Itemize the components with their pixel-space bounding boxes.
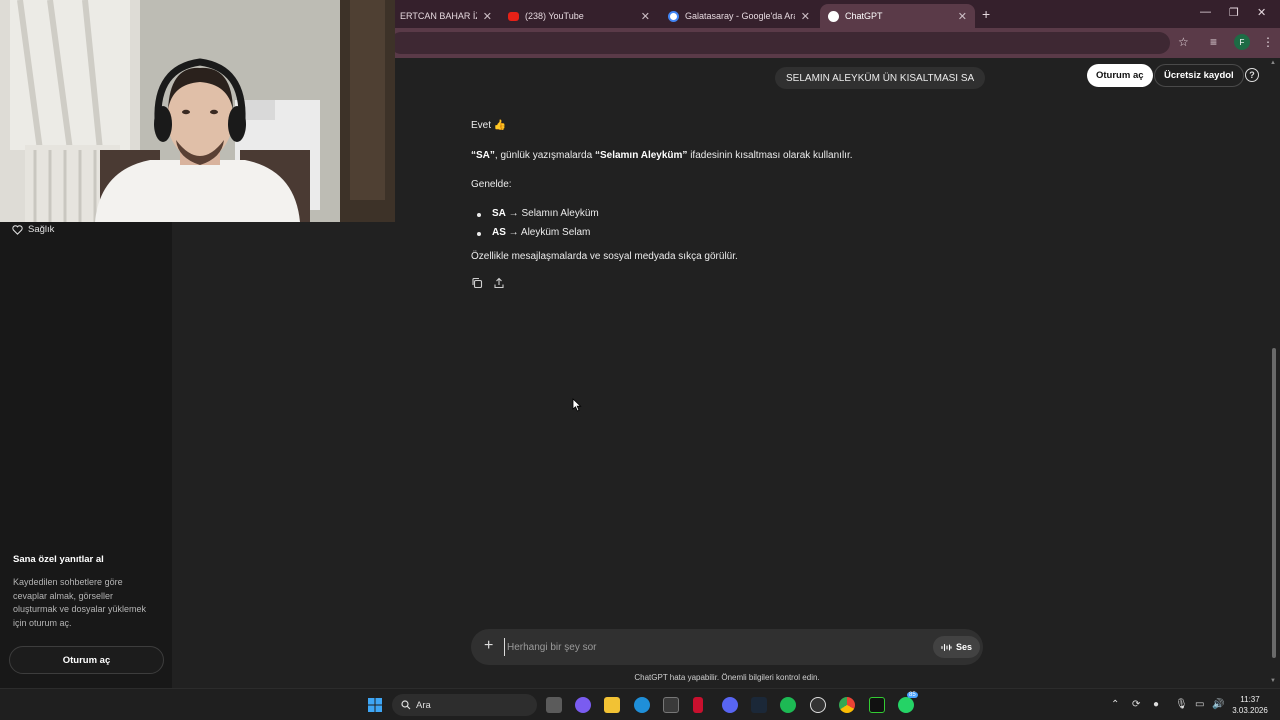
answer-intro: Evet 👍 bbox=[471, 120, 507, 131]
bullet-text: → Aleyküm Selam bbox=[505, 227, 591, 238]
address-bar[interactable] bbox=[390, 32, 1170, 54]
attach-plus-icon[interactable]: + bbox=[484, 637, 493, 655]
promo-title: Sana özel yanıtlar al bbox=[13, 554, 104, 565]
tab-close-icon[interactable]: ✕ bbox=[801, 10, 810, 23]
tab-ertcan[interactable]: ERTCAN BAHAR İZLİYOR ✕ bbox=[392, 4, 500, 28]
taskbar-clock[interactable]: 11:37 3.03.2026 bbox=[1228, 694, 1272, 716]
obs-icon[interactable] bbox=[810, 697, 826, 713]
clock-time: 11:37 bbox=[1240, 695, 1260, 704]
search-label: Ara bbox=[416, 699, 431, 711]
windows-start-icon[interactable] bbox=[367, 697, 383, 713]
tray-app-icon[interactable]: ● bbox=[1153, 699, 1159, 710]
answer-genelde: Genelde: bbox=[471, 179, 512, 190]
heart-icon bbox=[12, 224, 23, 235]
share-icon[interactable] bbox=[493, 277, 505, 289]
scroll-down-icon[interactable]: ▼ bbox=[1270, 678, 1276, 684]
edge-icon[interactable] bbox=[634, 697, 650, 713]
tray-chevron-up-icon[interactable]: ⌃ bbox=[1111, 699, 1119, 710]
mouse-cursor-icon bbox=[572, 398, 582, 412]
whatsapp-icon[interactable]: 85 bbox=[898, 692, 918, 713]
file-explorer-icon[interactable] bbox=[604, 697, 620, 713]
app-green-icon[interactable] bbox=[869, 697, 885, 713]
tab-google-search[interactable]: Galatasaray - Google'da Ara ✕ bbox=[660, 4, 818, 28]
prompt-input[interactable] bbox=[504, 638, 884, 656]
bullet-term: SA bbox=[492, 208, 506, 219]
taskbar-search[interactable]: Ara bbox=[392, 694, 537, 716]
message-actions bbox=[471, 277, 505, 289]
spotify-icon[interactable] bbox=[780, 697, 796, 713]
copilot-icon[interactable] bbox=[575, 697, 591, 713]
webcam-overlay bbox=[0, 0, 395, 222]
tab-chatgpt[interactable]: ChatGPT ✕ bbox=[820, 4, 975, 28]
close-window-icon[interactable]: ✕ bbox=[1257, 6, 1266, 19]
minimize-icon[interactable]: — bbox=[1200, 6, 1211, 18]
tab-title: ChatGPT bbox=[845, 11, 883, 21]
discord-icon[interactable] bbox=[722, 697, 738, 713]
tab-title: Galatasaray - Google'da Ara bbox=[685, 11, 795, 21]
list-item: AS → Aleyküm Selam bbox=[477, 227, 590, 238]
bullet-text: → Selamın Aleyküm bbox=[505, 208, 599, 219]
new-tab-button[interactable]: + bbox=[982, 6, 990, 22]
page-scrollbar[interactable]: ▲ ▼ bbox=[1270, 58, 1278, 688]
login-button[interactable]: Oturum aç bbox=[1087, 64, 1153, 87]
network-icon[interactable]: ▭ bbox=[1195, 699, 1204, 710]
google-icon bbox=[668, 10, 679, 22]
whatsapp-badge: 85 bbox=[907, 692, 918, 698]
waveform-icon bbox=[941, 643, 952, 651]
search-icon bbox=[401, 700, 411, 710]
volume-icon[interactable]: 🔊 bbox=[1212, 699, 1224, 710]
steam-icon[interactable] bbox=[751, 697, 767, 713]
prompt-composer: + Ses bbox=[471, 629, 983, 665]
copy-icon[interactable] bbox=[471, 277, 483, 289]
menu-kebab-icon[interactable]: ⋮ bbox=[1262, 35, 1274, 49]
tab-youtube[interactable]: (238) YouTube ✕ bbox=[500, 4, 658, 28]
sidebar-item-health[interactable]: Sağlık bbox=[12, 224, 54, 235]
answer-paragraph: “SA”, günlük yazışmalarda “Selamın Aleyk… bbox=[471, 150, 853, 161]
tab-title: (238) YouTube bbox=[525, 11, 584, 21]
answer-closing: Özellikle mesajlaşmalarda ve sosyal medy… bbox=[471, 251, 738, 262]
term-selamin-aleykum: “Selamın Aleyküm” bbox=[594, 150, 688, 161]
text: ifadesinin kısaltması olarak kullanılır. bbox=[687, 150, 853, 161]
scroll-up-icon[interactable]: ▲ bbox=[1270, 60, 1276, 66]
restore-icon[interactable]: ❐ bbox=[1229, 6, 1239, 19]
signup-button[interactable]: Ücretsiz kaydol bbox=[1154, 64, 1244, 87]
tab-close-icon[interactable]: ✕ bbox=[641, 10, 650, 23]
help-icon[interactable]: ? bbox=[1245, 68, 1259, 82]
list-item: SA → Selamın Aleyküm bbox=[477, 208, 599, 219]
voice-label: Ses bbox=[956, 642, 973, 652]
chatgpt-icon bbox=[828, 10, 839, 22]
disclaimer: ChatGPT hata yapabilir. Önemli bilgileri… bbox=[634, 673, 820, 682]
term-sa: “SA” bbox=[471, 150, 495, 161]
voice-button[interactable]: Ses bbox=[933, 636, 981, 658]
windows-taskbar: Ara 85 ⌃ ⟳ ● 🎙 ▭ 🔊 11:37 3.03.2026 bbox=[0, 688, 1280, 720]
sidebar-item-label: Sağlık bbox=[28, 224, 55, 235]
chrome-icon[interactable] bbox=[839, 697, 855, 713]
profile-avatar[interactable]: F bbox=[1234, 34, 1250, 50]
bookmark-star-icon[interactable]: ☆ bbox=[1178, 35, 1189, 49]
screen: ERTCAN BAHAR İZLİYOR ✕ (238) YouTube ✕ G… bbox=[0, 0, 1280, 720]
tab-title: ERTCAN BAHAR İZLİYOR bbox=[400, 11, 477, 21]
sidebar-login-button[interactable]: Oturum aç bbox=[9, 646, 164, 674]
task-view-icon[interactable] bbox=[546, 697, 562, 713]
reading-list-icon[interactable]: ≡ bbox=[1210, 35, 1217, 49]
clock-date: 3.03.2026 bbox=[1232, 706, 1268, 715]
app-red-icon[interactable] bbox=[693, 697, 703, 713]
bullet-term: AS bbox=[492, 227, 506, 238]
text: , günlük yazışmalarda bbox=[494, 150, 595, 161]
webcam-person-image bbox=[0, 0, 395, 222]
tab-close-icon[interactable]: ✕ bbox=[958, 10, 967, 23]
microphone-icon[interactable]: 🎙 bbox=[1175, 699, 1188, 710]
scroll-thumb[interactable] bbox=[1272, 348, 1276, 658]
promo-text: Kaydedilen sohbetlere göre cevaplar alma… bbox=[13, 577, 147, 628]
tray-sync-icon[interactable]: ⟳ bbox=[1132, 699, 1140, 710]
user-message: SELAMIN ALEYKÜM ÜN KISALTMASI SA bbox=[775, 67, 986, 89]
store-icon[interactable] bbox=[663, 697, 679, 713]
youtube-icon bbox=[508, 11, 519, 21]
tab-close-icon[interactable]: ✕ bbox=[483, 10, 492, 23]
